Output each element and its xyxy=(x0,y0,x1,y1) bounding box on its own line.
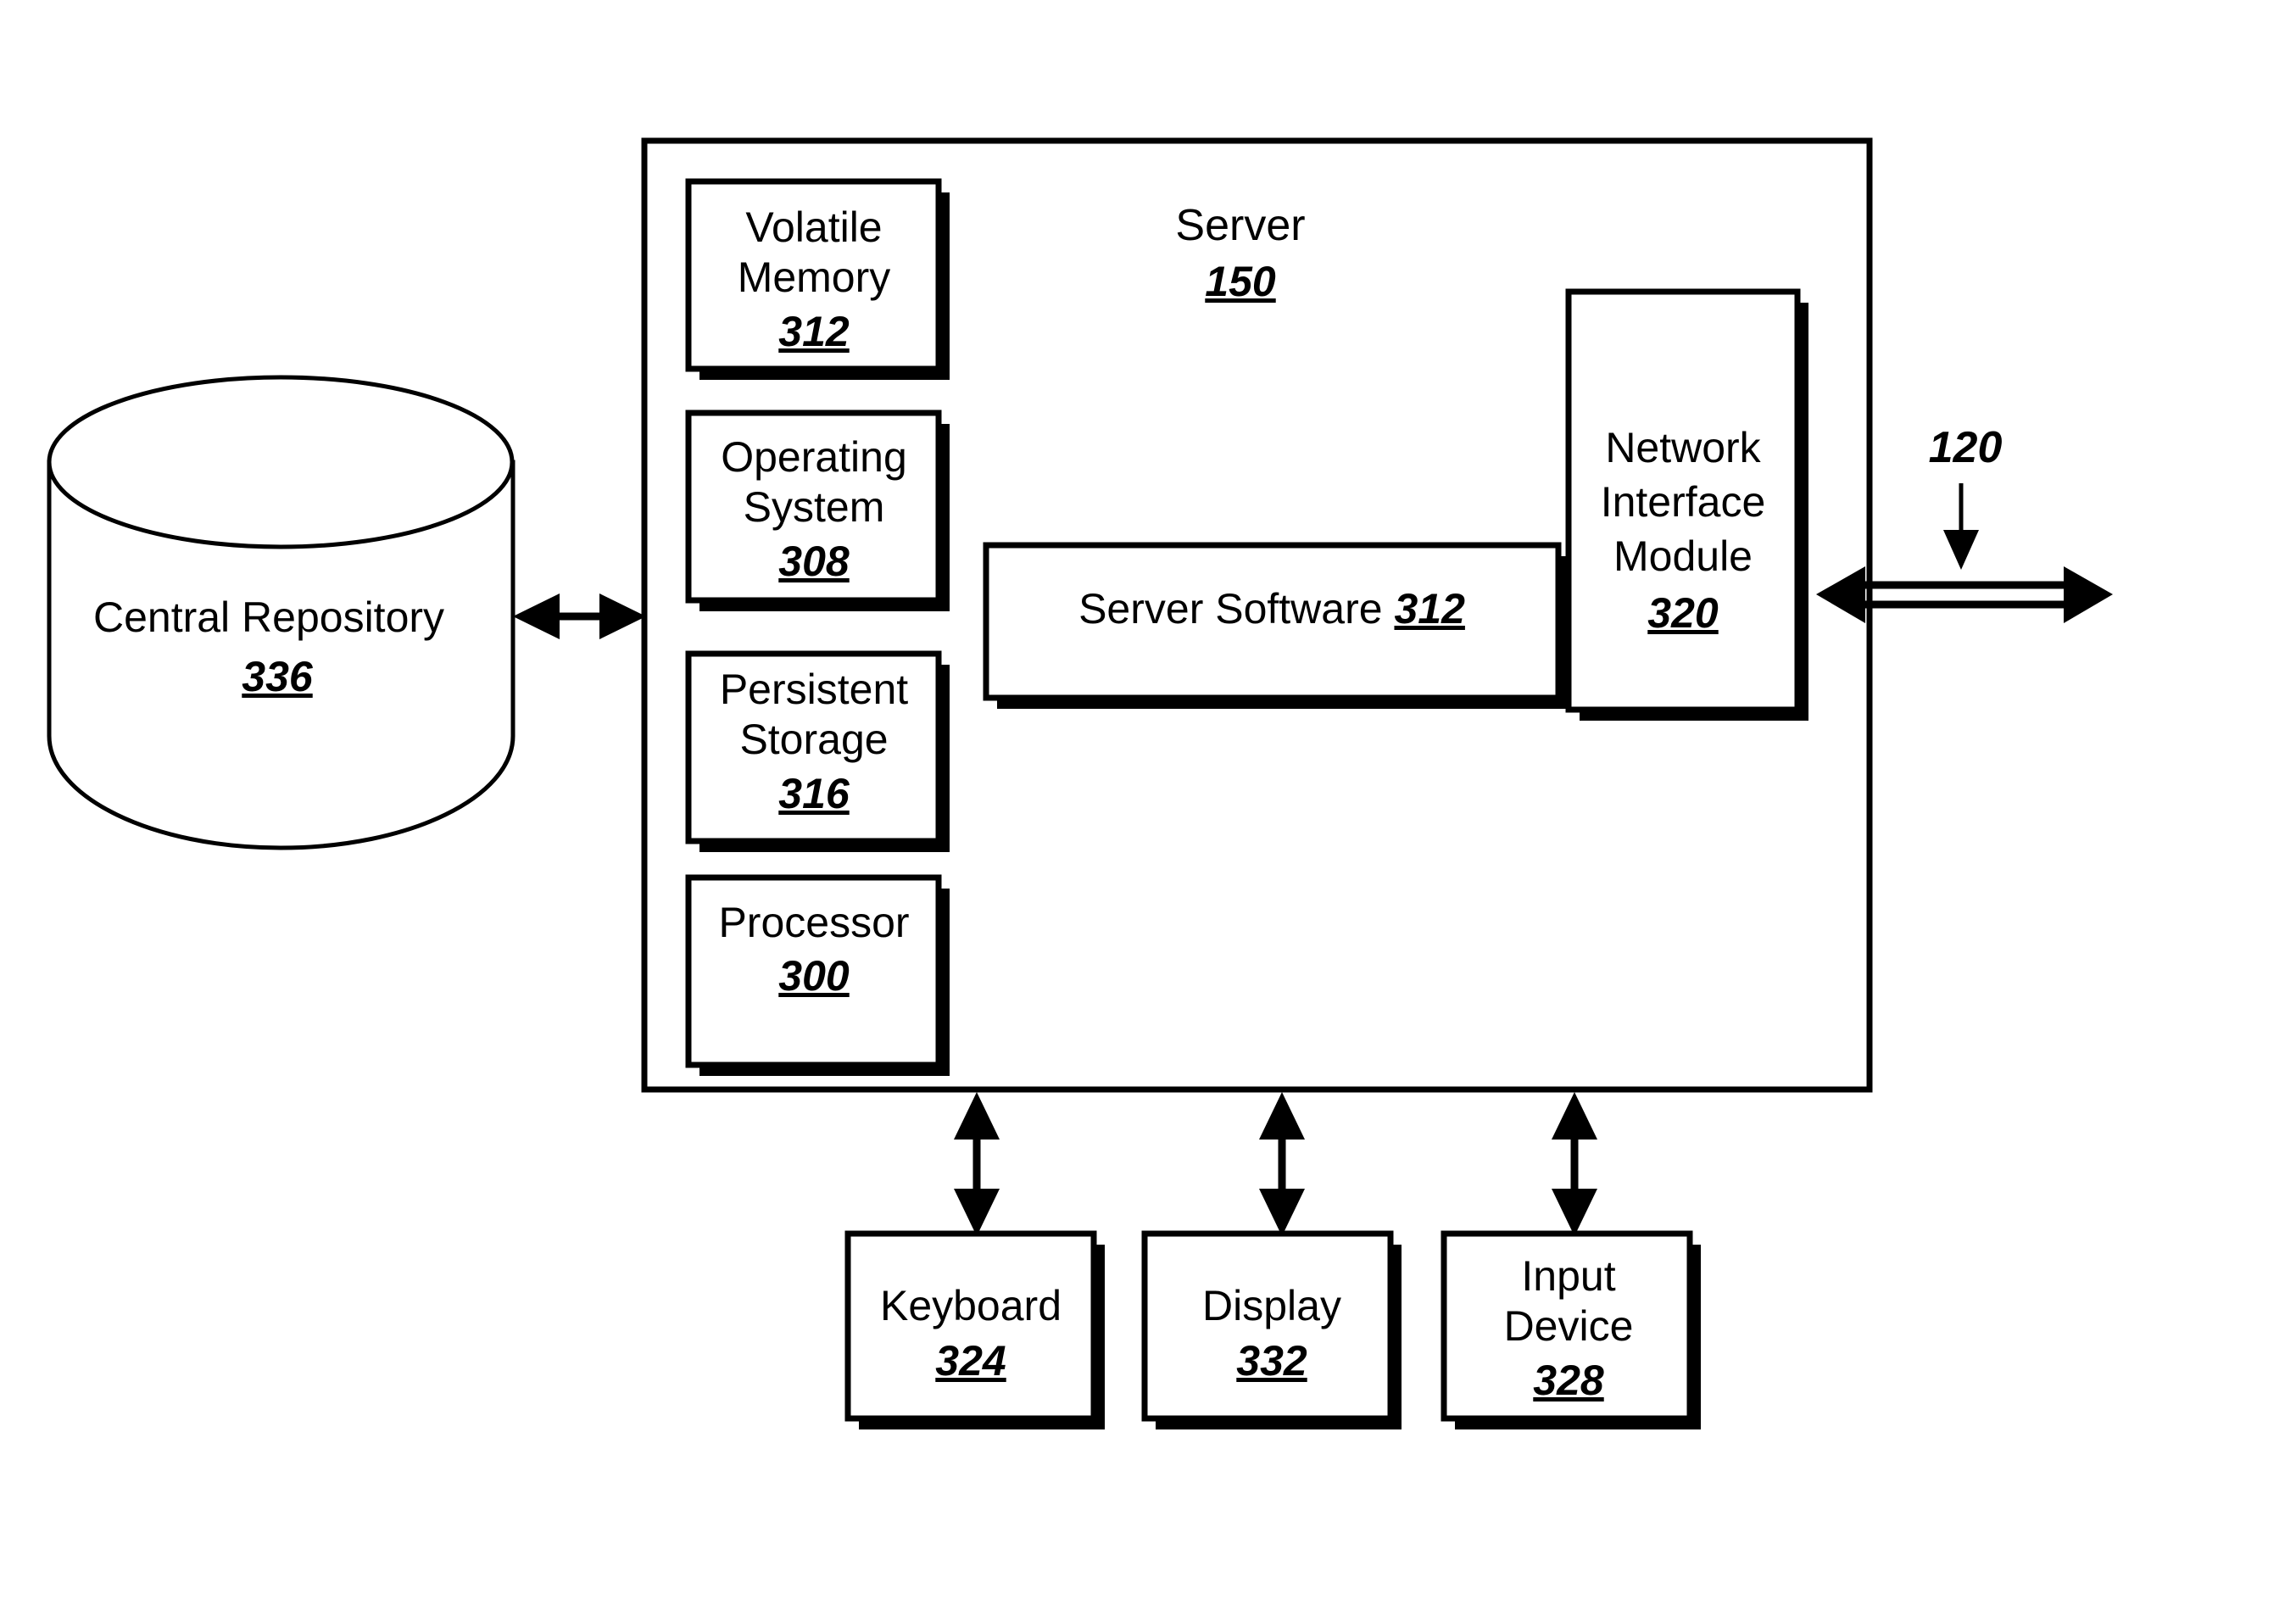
server-ref: 150 xyxy=(1205,258,1276,305)
peripheral-keyboard-box xyxy=(844,1230,1105,1429)
display-line1: Display xyxy=(1202,1282,1341,1329)
persistent-storage-line2: Storage xyxy=(739,716,888,763)
display-connector-arrow xyxy=(1259,1092,1305,1236)
server-software-label: Server Software xyxy=(1078,585,1382,632)
volatile-memory-line2: Memory xyxy=(738,254,891,301)
network-ref-leader-arrow xyxy=(1943,483,1979,570)
input-device-connector-arrow xyxy=(1552,1092,1597,1236)
volatile-memory-line1: Volatile xyxy=(745,203,882,251)
processor-line1: Processor xyxy=(718,899,909,946)
central-repository-label: Central Repository xyxy=(93,593,444,641)
operating-system-line2: System xyxy=(744,483,885,531)
server-software-row: Server Software 312 xyxy=(1078,585,1465,632)
nim-ref: 320 xyxy=(1647,589,1719,637)
patent-figure: Server 150 Central Repository 336 Volati… xyxy=(0,0,2296,1616)
volatile-memory-ref: 312 xyxy=(778,308,850,355)
persistent-storage-line1: Persistent xyxy=(720,666,908,713)
keyboard-ref: 324 xyxy=(935,1337,1006,1385)
input-device-ref: 328 xyxy=(1533,1357,1604,1404)
network-ref-120: 120 xyxy=(1929,423,2003,472)
persistent-storage-ref: 316 xyxy=(778,770,850,817)
peripheral-display-box xyxy=(1141,1230,1402,1429)
operating-system-ref: 308 xyxy=(778,538,850,585)
input-device-line2: Device xyxy=(1504,1302,1634,1350)
nim-line3: Module xyxy=(1613,532,1753,580)
processor-ref: 300 xyxy=(778,952,850,1000)
keyboard-connector-arrow xyxy=(954,1092,1000,1236)
network-connection-arrow xyxy=(1816,566,2113,623)
server-software-ref: 312 xyxy=(1394,585,1465,632)
keyboard-line1: Keyboard xyxy=(880,1282,1062,1329)
diagram-canvas: Server 150 Central Repository 336 Volati… xyxy=(47,137,2113,1429)
central-repository-ref: 336 xyxy=(242,653,314,700)
repository-server-arrow xyxy=(513,593,646,639)
input-device-line1: Input xyxy=(1521,1252,1615,1300)
server-title: Server xyxy=(1175,201,1305,250)
display-ref: 332 xyxy=(1236,1337,1307,1385)
operating-system-line1: Operating xyxy=(721,433,907,481)
nim-line1: Network xyxy=(1605,424,1761,471)
nim-line2: Interface xyxy=(1601,478,1766,526)
